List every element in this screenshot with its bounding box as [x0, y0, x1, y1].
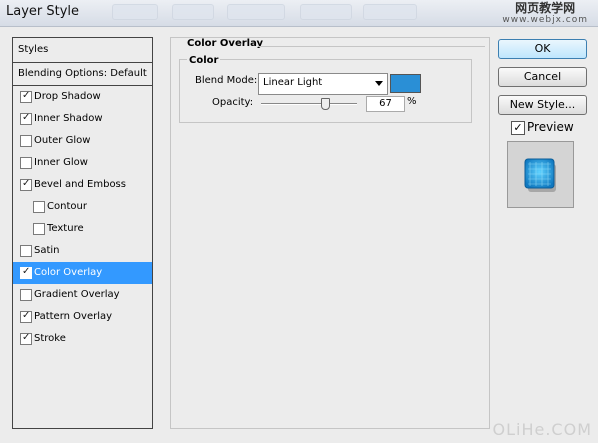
window-title: Layer Style [6, 4, 80, 19]
watermark-top-text: 网页教学网 [515, 1, 576, 15]
style-checkbox[interactable]: ✓ [20, 310, 32, 323]
blending-options-row[interactable]: Blending Options: Default [13, 63, 152, 86]
style-item-label: Satin [34, 245, 60, 256]
style-item-label: Inner Glow [34, 157, 88, 168]
color-group-title: Color [187, 55, 221, 66]
title-bar-background-tab [227, 4, 285, 20]
blend-mode-value: Linear Light [263, 77, 323, 88]
checkmark-icon: ✓ [22, 332, 31, 343]
style-item-inner-shadow[interactable]: ✓ Inner Shadow [13, 108, 152, 130]
checkmark-icon: ✓ [22, 310, 31, 321]
style-item-label: Color Overlay [34, 267, 103, 278]
cancel-button[interactable]: Cancel [498, 67, 587, 87]
style-item-label: Pattern Overlay [34, 311, 113, 322]
overlay-color-swatch[interactable] [390, 74, 421, 93]
style-item-gradient-overlay[interactable]: Gradient Overlay [13, 284, 152, 306]
title-bar-background-tab [300, 4, 352, 20]
watermark-bottom: OLiHe.COM [492, 420, 592, 439]
style-item-label: Contour [47, 201, 87, 212]
styles-header[interactable]: Styles [13, 38, 152, 63]
style-checkbox[interactable] [20, 289, 32, 301]
style-checkbox[interactable]: ✓ [20, 332, 32, 345]
checkmark-icon: ✓ [22, 112, 31, 123]
styles-list: ✓ Drop Shadow ✓ Inner Shadow Outer Glow Inner… [13, 86, 152, 350]
style-item-texture[interactable]: Texture [13, 218, 152, 240]
style-checkbox[interactable]: ✓ [20, 90, 32, 103]
watermark-top-url: www.webjx.com [502, 15, 588, 25]
watermark-top: 网页教学网 www.webjx.com [502, 2, 588, 26]
ok-button[interactable]: OK [498, 39, 587, 59]
style-item-pattern-overlay[interactable]: ✓ Pattern Overlay [13, 306, 152, 328]
new-style-button[interactable]: New Style... [498, 95, 587, 115]
title-bar-background-tab [112, 4, 158, 20]
style-checkbox[interactable] [33, 223, 45, 235]
style-item-inner-glow[interactable]: Inner Glow [13, 152, 152, 174]
style-checkbox[interactable] [20, 157, 32, 169]
preview-tile-image [524, 158, 556, 192]
style-item-label: Inner Shadow [34, 113, 103, 124]
title-bar-background-tab [172, 4, 214, 20]
opacity-slider-thumb[interactable] [321, 98, 331, 110]
styles-list-panel: Styles Blending Options: Default ✓ Drop S… [12, 37, 153, 429]
style-item-label: Bevel and Emboss [34, 179, 126, 190]
checkmark-icon: ✓ [22, 90, 31, 101]
section-title: Color Overlay [187, 38, 264, 49]
style-item-color-overlay[interactable]: ✓ Color Overlay [13, 262, 152, 284]
blend-mode-select[interactable]: Linear Light [258, 73, 388, 95]
style-item-contour[interactable]: Contour [13, 196, 152, 218]
preview-label[interactable]: Preview [527, 120, 574, 134]
dropdown-arrow-icon [375, 81, 383, 86]
blend-mode-label: Blend Mode: [195, 75, 258, 86]
style-checkbox[interactable]: ✓ [20, 266, 32, 279]
opacity-unit: % [407, 96, 417, 107]
style-item-label: Gradient Overlay [34, 289, 120, 300]
style-checkbox[interactable] [33, 201, 45, 213]
opacity-slider-track[interactable] [261, 103, 357, 105]
opacity-input[interactable]: 67 [366, 96, 405, 112]
checkmark-icon: ✓ [22, 178, 31, 189]
layer-style-dialog: Layer Style 网页教学网 www.webjx.com Styles B… [0, 0, 598, 443]
style-item-satin[interactable]: Satin [13, 240, 152, 262]
style-item-label: Outer Glow [34, 135, 91, 146]
checkmark-icon: ✓ [22, 266, 31, 277]
style-checkbox[interactable]: ✓ [20, 112, 32, 125]
style-item-label: Stroke [34, 333, 66, 344]
style-item-drop-shadow[interactable]: ✓ Drop Shadow [13, 86, 152, 108]
checkmark-icon: ✓ [513, 121, 523, 134]
section-divider [259, 46, 485, 47]
style-item-outer-glow[interactable]: Outer Glow [13, 130, 152, 152]
style-checkbox[interactable] [20, 135, 32, 147]
color-overlay-panel: Color Overlay Color Blend Mode: Linear L… [170, 37, 490, 429]
style-item-bevel-and-emboss[interactable]: ✓ Bevel and Emboss [13, 174, 152, 196]
style-item-stroke[interactable]: ✓ Stroke [13, 328, 152, 350]
opacity-label: Opacity: [212, 97, 254, 108]
title-bar-background-tab [363, 4, 417, 20]
style-checkbox[interactable]: ✓ [20, 178, 32, 191]
title-bar[interactable]: Layer Style 网页教学网 www.webjx.com [0, 0, 598, 27]
style-item-label: Drop Shadow [34, 91, 101, 102]
style-item-label: Texture [47, 223, 84, 234]
style-checkbox[interactable] [20, 245, 32, 257]
preview-checkbox[interactable]: ✓ [511, 121, 525, 135]
preview-thumbnail [507, 141, 574, 208]
